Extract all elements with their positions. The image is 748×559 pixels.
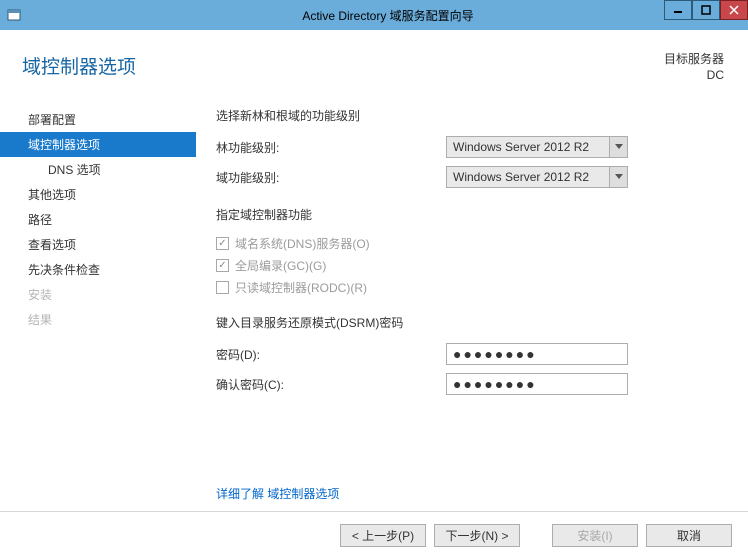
forest-level-label: 林功能级别:: [216, 139, 446, 156]
sidebar-item-additional[interactable]: 其他选项: [0, 182, 196, 207]
titlebar: Active Directory 域服务配置向导: [0, 0, 748, 30]
checkbox-rodc: 只读域控制器(RODC)(R): [216, 279, 708, 296]
close-button[interactable]: [720, 0, 748, 20]
target-server: 目标服务器 DC: [664, 52, 724, 83]
next-button[interactable]: 下一步(N) >: [434, 524, 520, 547]
confirm-password-input[interactable]: ●●●●●●●●: [446, 373, 628, 395]
checkbox-rodc-box: [216, 281, 229, 294]
checkbox-dns-label: 域名系统(DNS)服务器(O): [235, 235, 370, 252]
app-icon: [0, 0, 28, 30]
footer: < 上一步(P) 下一步(N) > 安装(I) 取消: [0, 511, 748, 559]
confirm-password-value: ●●●●●●●●: [453, 376, 537, 392]
forest-level-select[interactable]: Windows Server 2012 R2: [446, 136, 628, 158]
checkbox-gc: 全局编录(GC)(G): [216, 257, 708, 274]
chevron-down-icon: [609, 167, 627, 187]
sidebar-item-paths[interactable]: 路径: [0, 207, 196, 232]
section-dsrm: 键入目录服务还原模式(DSRM)密码: [216, 314, 708, 331]
password-label: 密码(D):: [216, 346, 446, 363]
sidebar-item-review[interactable]: 查看选项: [0, 232, 196, 257]
main-pane: 选择新林和根域的功能级别 林功能级别: Windows Server 2012 …: [196, 103, 748, 511]
domain-level-select[interactable]: Windows Server 2012 R2: [446, 166, 628, 188]
window-controls: [664, 0, 748, 22]
maximize-button[interactable]: [692, 0, 720, 20]
header: 域控制器选项 目标服务器 DC: [0, 30, 748, 93]
sidebar-item-dc-options[interactable]: 域控制器选项: [0, 132, 196, 157]
checkbox-gc-box: [216, 259, 229, 272]
sidebar-item-deploy[interactable]: 部署配置: [0, 107, 196, 132]
domain-level-label: 域功能级别:: [216, 169, 446, 186]
sidebar-item-results: 结果: [0, 307, 196, 332]
password-input[interactable]: ●●●●●●●●: [446, 343, 628, 365]
previous-button[interactable]: < 上一步(P): [340, 524, 426, 547]
sidebar: 部署配置 域控制器选项 DNS 选项 其他选项 路径 查看选项 先决条件检查 安…: [0, 103, 196, 511]
checkbox-dns-box: [216, 237, 229, 250]
password-value: ●●●●●●●●: [453, 346, 537, 362]
section-functional-levels: 选择新林和根域的功能级别: [216, 107, 708, 124]
page-title: 域控制器选项: [22, 52, 664, 79]
domain-level-value: Windows Server 2012 R2: [453, 170, 589, 184]
cancel-button[interactable]: 取消: [646, 524, 732, 547]
checkbox-rodc-label: 只读域控制器(RODC)(R): [235, 279, 367, 296]
sidebar-item-dns-options[interactable]: DNS 选项: [0, 157, 196, 182]
forest-level-value: Windows Server 2012 R2: [453, 140, 589, 154]
install-button: 安装(I): [552, 524, 638, 547]
target-value: DC: [664, 68, 724, 84]
chevron-down-icon: [609, 137, 627, 157]
sidebar-item-prereq[interactable]: 先决条件检查: [0, 257, 196, 282]
more-info-link[interactable]: 详细了解 域控制器选项: [216, 487, 339, 501]
window-title: Active Directory 域服务配置向导: [28, 7, 748, 24]
target-label: 目标服务器: [664, 52, 724, 68]
checkbox-gc-label: 全局编录(GC)(G): [235, 257, 326, 274]
sidebar-item-install: 安装: [0, 282, 196, 307]
section-capabilities: 指定域控制器功能: [216, 206, 708, 223]
confirm-password-label: 确认密码(C):: [216, 376, 446, 393]
checkbox-dns: 域名系统(DNS)服务器(O): [216, 235, 708, 252]
minimize-button[interactable]: [664, 0, 692, 20]
